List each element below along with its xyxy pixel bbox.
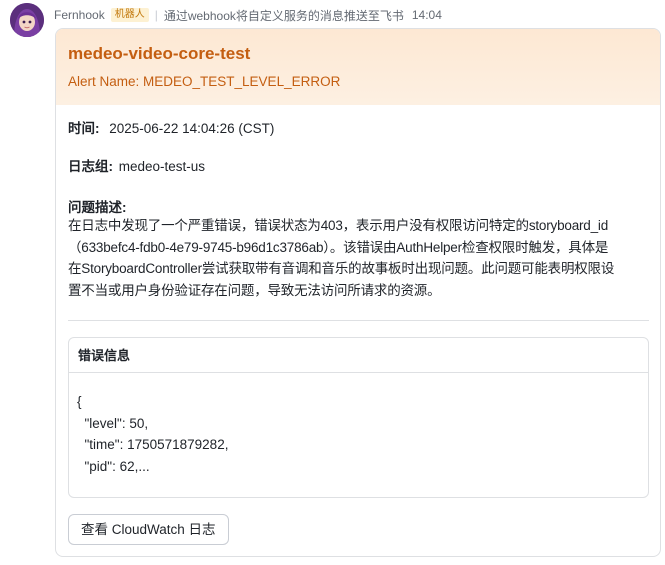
divider bbox=[68, 320, 649, 321]
time-label: 时间: bbox=[68, 121, 100, 136]
avatar-image bbox=[10, 3, 44, 37]
message-header: Fernhook 机器人 | 通过webhook将自定义服务的消息推送至飞书 1… bbox=[54, 7, 442, 23]
code-line: "level": 50, bbox=[77, 415, 149, 431]
bot-badge: 机器人 bbox=[110, 8, 149, 22]
alert-name: Alert Name: MEDEO_TEST_LEVEL_ERROR bbox=[68, 74, 341, 89]
header-separator: | bbox=[154, 8, 158, 22]
log-group-value: medeo-test-us bbox=[118, 159, 206, 174]
code-line: { bbox=[77, 394, 82, 409]
alert-card: medeo-video-core-test Alert Name: MEDEO_… bbox=[55, 28, 661, 557]
description-line: 在StoryboardController尝试获取带有音调和音乐的故事板时出现问… bbox=[68, 261, 615, 276]
code-line: "time": 1750571879282, bbox=[77, 437, 229, 452]
description-text: 在日志中发现了一个严重错误，错误状态为403，表示用户没有权限访问特定的stor… bbox=[68, 215, 652, 301]
message-time: 14:04 bbox=[411, 8, 442, 22]
error-panel-title: 错误信息 bbox=[69, 338, 648, 373]
sender-name[interactable]: Fernhook bbox=[54, 8, 105, 22]
error-info-panel: 错误信息 { "level": 50, "time": 175057187928… bbox=[68, 337, 649, 498]
code-line: "pid": 62,... bbox=[77, 458, 150, 474]
card-title: medeo-video-core-test bbox=[68, 44, 251, 63]
description-line: 置不当或用户身份验证存在问题，导致无法访问所请求的资源。 bbox=[68, 282, 441, 298]
description-line: 在日志中发现了一个严重错误，错误状态为403，表示用户没有权限访问特定的stor… bbox=[68, 218, 609, 233]
log-group-label: 日志组: bbox=[68, 159, 113, 174]
description-label: 问题描述: bbox=[68, 200, 127, 215]
view-cloudwatch-logs-button[interactable]: 查看 CloudWatch 日志 bbox=[68, 514, 229, 545]
card-header: medeo-video-core-test Alert Name: MEDEO_… bbox=[56, 29, 660, 105]
error-code-block[interactable]: { "level": 50, "time": 1750571879282, "p… bbox=[69, 373, 648, 477]
time-row: 时间: 2025-06-22 14:04:26 (CST) bbox=[68, 120, 274, 138]
log-group-row: 日志组: medeo-test-us bbox=[68, 158, 205, 176]
avatar[interactable] bbox=[10, 3, 44, 37]
bot-description: 通过webhook将自定义服务的消息推送至飞书 bbox=[163, 8, 404, 23]
chat-message: Fernhook 机器人 | 通过webhook将自定义服务的消息推送至飞书 1… bbox=[0, 0, 665, 565]
time-value: 2025-06-22 14:04:26 (CST) bbox=[109, 121, 275, 136]
description-line: （633befc4-fdb0-4e79-9745-b96d1c3786ab）。该… bbox=[68, 239, 609, 255]
